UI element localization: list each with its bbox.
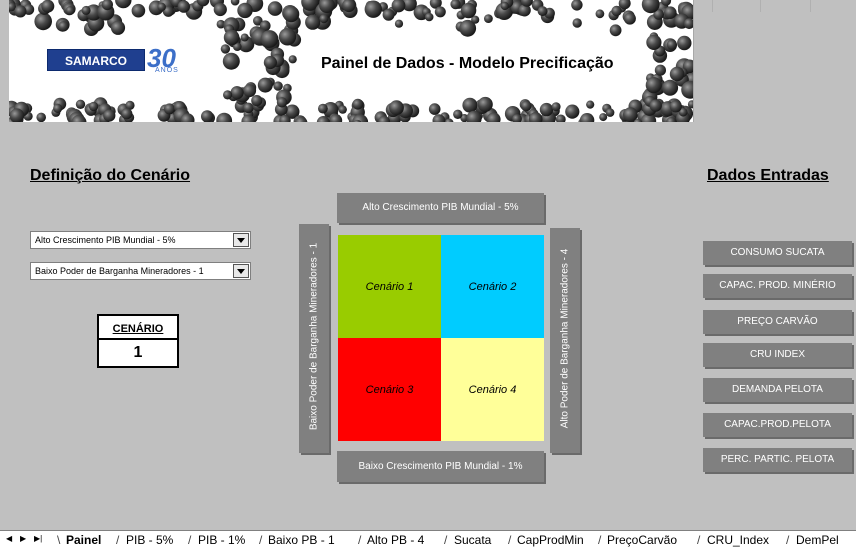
scenario-1-cell[interactable]: Cenário 1: [338, 235, 441, 338]
gdp-scenario-dropdown[interactable]: Alto Crescimento PIB Mundial - 5%: [30, 231, 251, 249]
scenario-4-label: Cenário 4: [468, 383, 517, 396]
bargaining-scenario-value: Baixo Poder de Barganha Mineradores - 1: [35, 266, 204, 276]
scenario-result-box: CENÁRIO 1: [97, 314, 179, 368]
tab-separator: /: [444, 533, 448, 547]
tab-separator: /: [116, 533, 120, 547]
capac-prod-pelota-button[interactable]: CAPAC.PROD.PELOTA: [703, 413, 852, 437]
tab-baixo-pb-1[interactable]: Baixo PB - 1: [268, 532, 335, 548]
scenario-3-cell[interactable]: Cenário 3: [338, 338, 441, 441]
grid-cell: [810, 0, 811, 12]
demanda-pelota-button[interactable]: DEMANDA PELOTA: [703, 378, 852, 402]
next-sheet-icon[interactable]: ▶: [20, 534, 26, 543]
low-bargaining-label: Baixo Poder de Barganha Mineradores - 1: [308, 242, 320, 431]
tab-alto-pb-4[interactable]: Alto PB - 4: [367, 532, 424, 548]
tab-precocarvao[interactable]: PreçoCarvão: [607, 532, 677, 548]
cru-index-button[interactable]: CRU INDEX: [703, 343, 852, 367]
tab-separator: /: [697, 533, 701, 547]
consumo-sucata-button[interactable]: CONSUMO SUCATA: [703, 241, 852, 265]
tab-painel[interactable]: Painel: [66, 532, 102, 548]
header-banner: SAMARCO 30 ANOS Painel de Dados - Modelo…: [9, 0, 693, 122]
high-gdp-label: Alto Crescimento PIB Mundial - 5%: [362, 202, 519, 213]
grid-cell: [760, 0, 761, 12]
chevron-down-icon[interactable]: [233, 233, 249, 247]
scenario-section-title: Definição do Cenário: [30, 167, 191, 184]
tab-pib-1[interactable]: PIB - 1%: [198, 532, 245, 548]
input-data-section-title: Dados Entradas: [707, 167, 829, 184]
page-title: Painel de Dados - Modelo Precificação: [321, 55, 614, 72]
high-bargaining-label: Alto Poder de Barganha Mineradores - 4: [559, 248, 571, 429]
scenario-value: 1: [133, 344, 143, 361]
logo-sub: ANOS: [155, 67, 179, 74]
tab-sucata[interactable]: Sucata: [454, 532, 491, 548]
tab-separator: \: [57, 533, 61, 547]
low-gdp-button[interactable]: Baixo Crescimento PIB Mundial - 1%: [337, 451, 544, 482]
spreadsheet-grid: [693, 0, 856, 122]
scenario-4-cell[interactable]: Cenário 4: [441, 338, 544, 441]
tab-separator: /: [598, 533, 602, 547]
bargaining-scenario-dropdown[interactable]: Baixo Poder de Barganha Mineradores - 1: [30, 262, 251, 280]
tab-separator: /: [188, 533, 192, 547]
sheet-tab-bar: ◀ ▶ ▶| \ Painel / PIB - 5% / PIB - 1% / …: [0, 530, 856, 548]
chevron-down-icon[interactable]: [233, 264, 249, 278]
grid-cell: [712, 0, 713, 12]
scenario-2-cell[interactable]: Cenário 2: [441, 235, 544, 338]
first-sheet-icon[interactable]: ◀: [6, 534, 12, 543]
logo-text: SAMARCO: [47, 49, 145, 71]
high-bargaining-button[interactable]: Alto Poder de Barganha Mineradores - 4: [550, 228, 580, 453]
scenario-label: CENÁRIO: [99, 316, 177, 340]
low-bargaining-button[interactable]: Baixo Poder de Barganha Mineradores - 1: [299, 224, 329, 453]
tab-capprodmin[interactable]: CapProdMin: [517, 532, 584, 548]
last-sheet-icon[interactable]: ▶|: [34, 534, 42, 543]
scenario-3-label: Cenário 3: [365, 383, 414, 396]
tab-separator: /: [508, 533, 512, 547]
perc-partic-pelota-button[interactable]: PERC. PARTIC. PELOTA: [703, 448, 852, 472]
preco-carvao-button[interactable]: PREÇO CARVÃO: [703, 310, 852, 334]
tab-separator: /: [786, 533, 790, 547]
tab-cru-index[interactable]: CRU_Index: [707, 532, 769, 548]
scenario-2-label: Cenário 2: [468, 280, 517, 293]
tab-separator: /: [259, 533, 263, 547]
capac-prod-minerio-button[interactable]: CAPAC. PROD. MINÉRIO: [703, 274, 852, 298]
tab-separator: /: [358, 533, 362, 547]
high-gdp-button[interactable]: Alto Crescimento PIB Mundial - 5%: [337, 193, 544, 223]
samarco-logo: SAMARCO 30 ANOS: [47, 43, 197, 77]
low-gdp-label: Baixo Crescimento PIB Mundial - 1%: [358, 461, 523, 472]
tab-dempel[interactable]: DemPel: [796, 532, 839, 548]
tab-pib-5[interactable]: PIB - 5%: [126, 532, 173, 548]
gdp-scenario-value: Alto Crescimento PIB Mundial - 5%: [35, 235, 176, 245]
scenario-1-label: Cenário 1: [365, 280, 414, 293]
